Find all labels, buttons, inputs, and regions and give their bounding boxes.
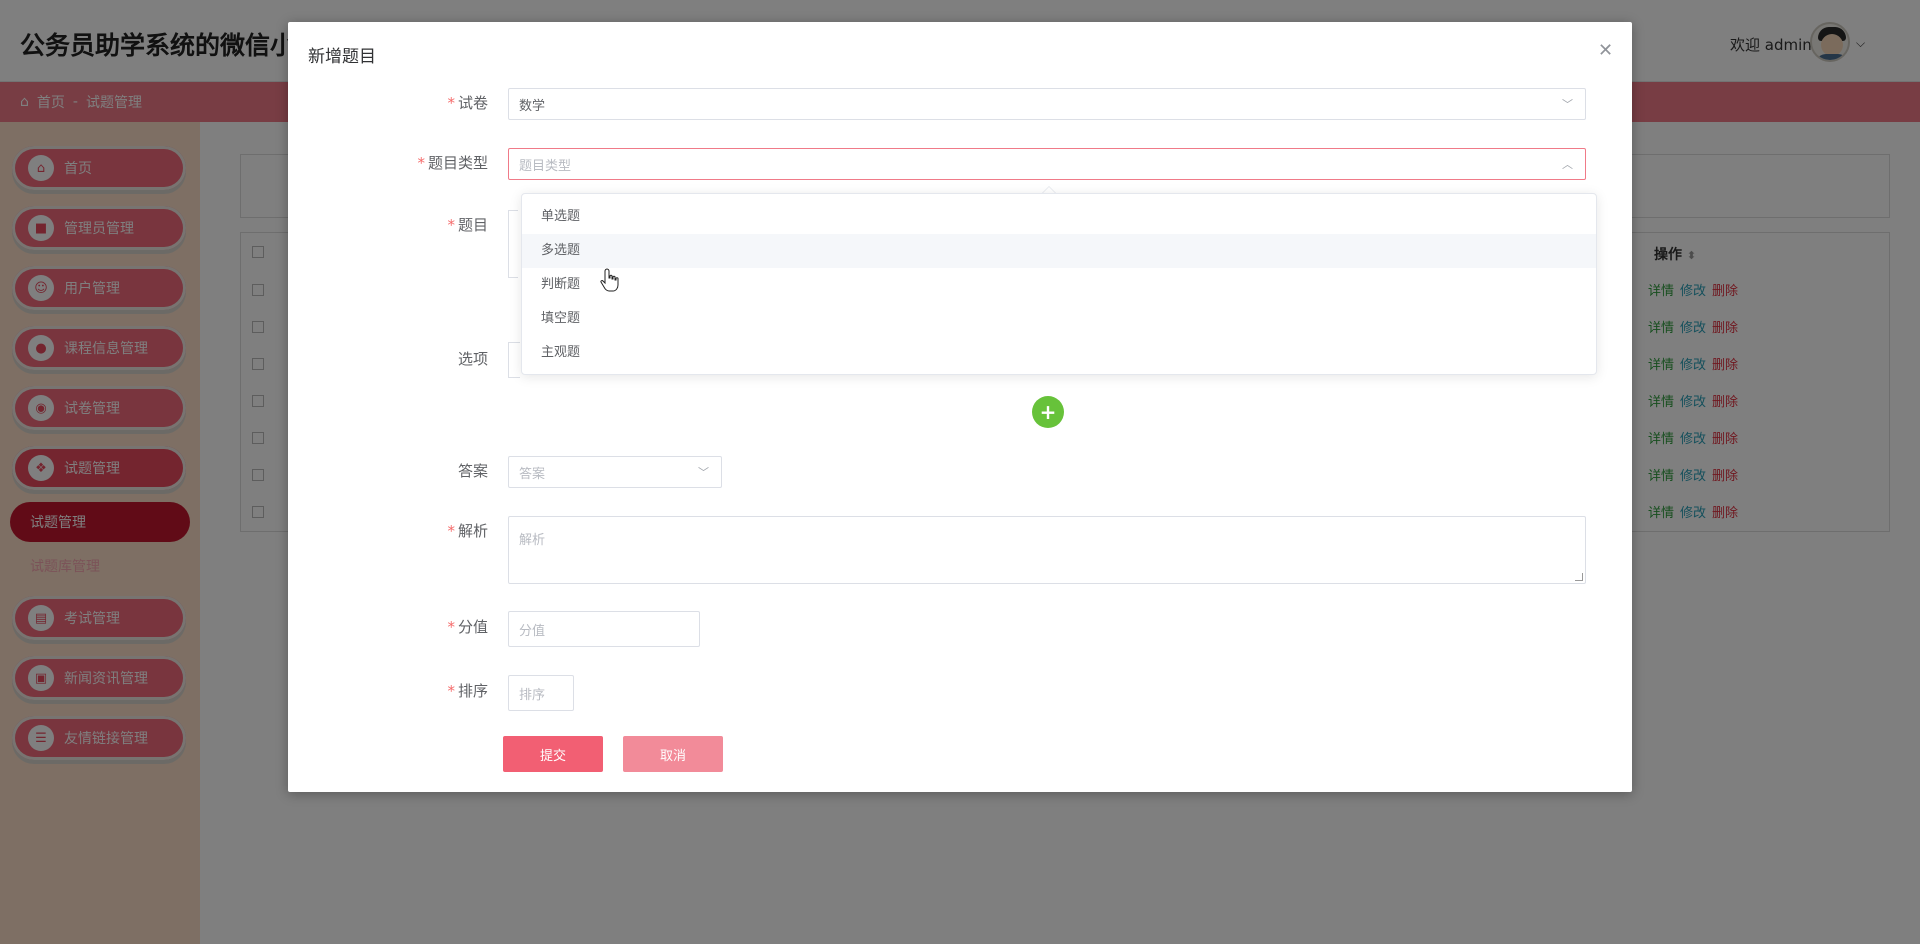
dialog-title: 新增题目 (308, 47, 376, 67)
analysis-textarea[interactable]: 解析 (508, 516, 1586, 584)
type-option[interactable]: 判断题 (522, 268, 1596, 302)
add-option-button[interactable]: + (1032, 396, 1064, 428)
order-input[interactable]: 排序 (508, 675, 574, 711)
add-question-dialog: 新增题目 ✕ * 试卷 数学 ﹀ * 题目类型 题目类型 ︿ * 题目 选项 + 答案… (288, 22, 1632, 792)
analysis-placeholder: 解析 (519, 533, 546, 548)
order-label: * 排序 (288, 680, 488, 701)
analysis-label: * 解析 (288, 520, 488, 541)
resize-handle-icon[interactable] (1575, 573, 1583, 581)
required-mark: * (417, 154, 425, 172)
required-mark: * (447, 522, 455, 540)
required-mark: * (447, 618, 455, 636)
required-mark: * (447, 682, 455, 700)
plus-icon: + (1039, 400, 1057, 424)
type-label: * 题目类型 (288, 152, 488, 173)
dropdown-arrow (1042, 186, 1056, 193)
order-placeholder: 排序 (519, 687, 546, 703)
type-option[interactable]: 主观题 (522, 336, 1596, 370)
option-input[interactable] (508, 342, 520, 378)
score-input[interactable]: 分值 (508, 611, 700, 647)
score-label: * 分值 (288, 616, 488, 637)
options-label-text: 选项 (457, 350, 488, 368)
answer-select-placeholder: 答案 (519, 466, 546, 482)
type-option[interactable]: 填空题 (522, 302, 1596, 336)
type-select[interactable]: 题目类型 ︿ (508, 148, 1586, 180)
submit-button[interactable]: 提交 (503, 736, 603, 772)
score-placeholder: 分值 (519, 623, 546, 639)
chevron-down-icon: ﹀ (698, 466, 709, 479)
question-label: * 题目 (288, 214, 488, 235)
question-editor[interactable] (508, 210, 518, 278)
chevron-down-icon: ﹀ (1562, 98, 1573, 111)
type-option[interactable]: 单选题 (522, 200, 1596, 234)
required-mark: * (447, 216, 455, 234)
hand-cursor-icon (600, 268, 619, 292)
type-label-text: 题目类型 (427, 154, 488, 172)
required-mark: * (447, 94, 455, 112)
options-label: 选项 (288, 348, 488, 369)
type-dropdown: 单选题 多选题 判断题 填空题 主观题 (521, 193, 1597, 375)
cancel-button[interactable]: 取消 (623, 736, 723, 772)
paper-label: * 试卷 (288, 92, 488, 113)
type-option[interactable]: 多选题 (522, 234, 1596, 268)
close-icon[interactable]: ✕ (1598, 40, 1613, 61)
paper-select[interactable]: 数学 ﹀ (508, 88, 1586, 120)
answer-label-text: 答案 (457, 462, 488, 480)
answer-select[interactable]: 答案 ﹀ (508, 456, 722, 488)
paper-label-text: 试卷 (457, 94, 488, 112)
analysis-label-text: 解析 (457, 522, 488, 540)
chevron-up-icon: ︿ (1562, 158, 1573, 171)
order-label-text: 排序 (457, 682, 488, 700)
answer-label: 答案 (288, 460, 488, 481)
score-label-text: 分值 (457, 618, 488, 636)
question-label-text: 题目 (457, 216, 488, 234)
type-select-placeholder: 题目类型 (519, 158, 572, 174)
paper-select-value: 数学 (519, 98, 546, 114)
